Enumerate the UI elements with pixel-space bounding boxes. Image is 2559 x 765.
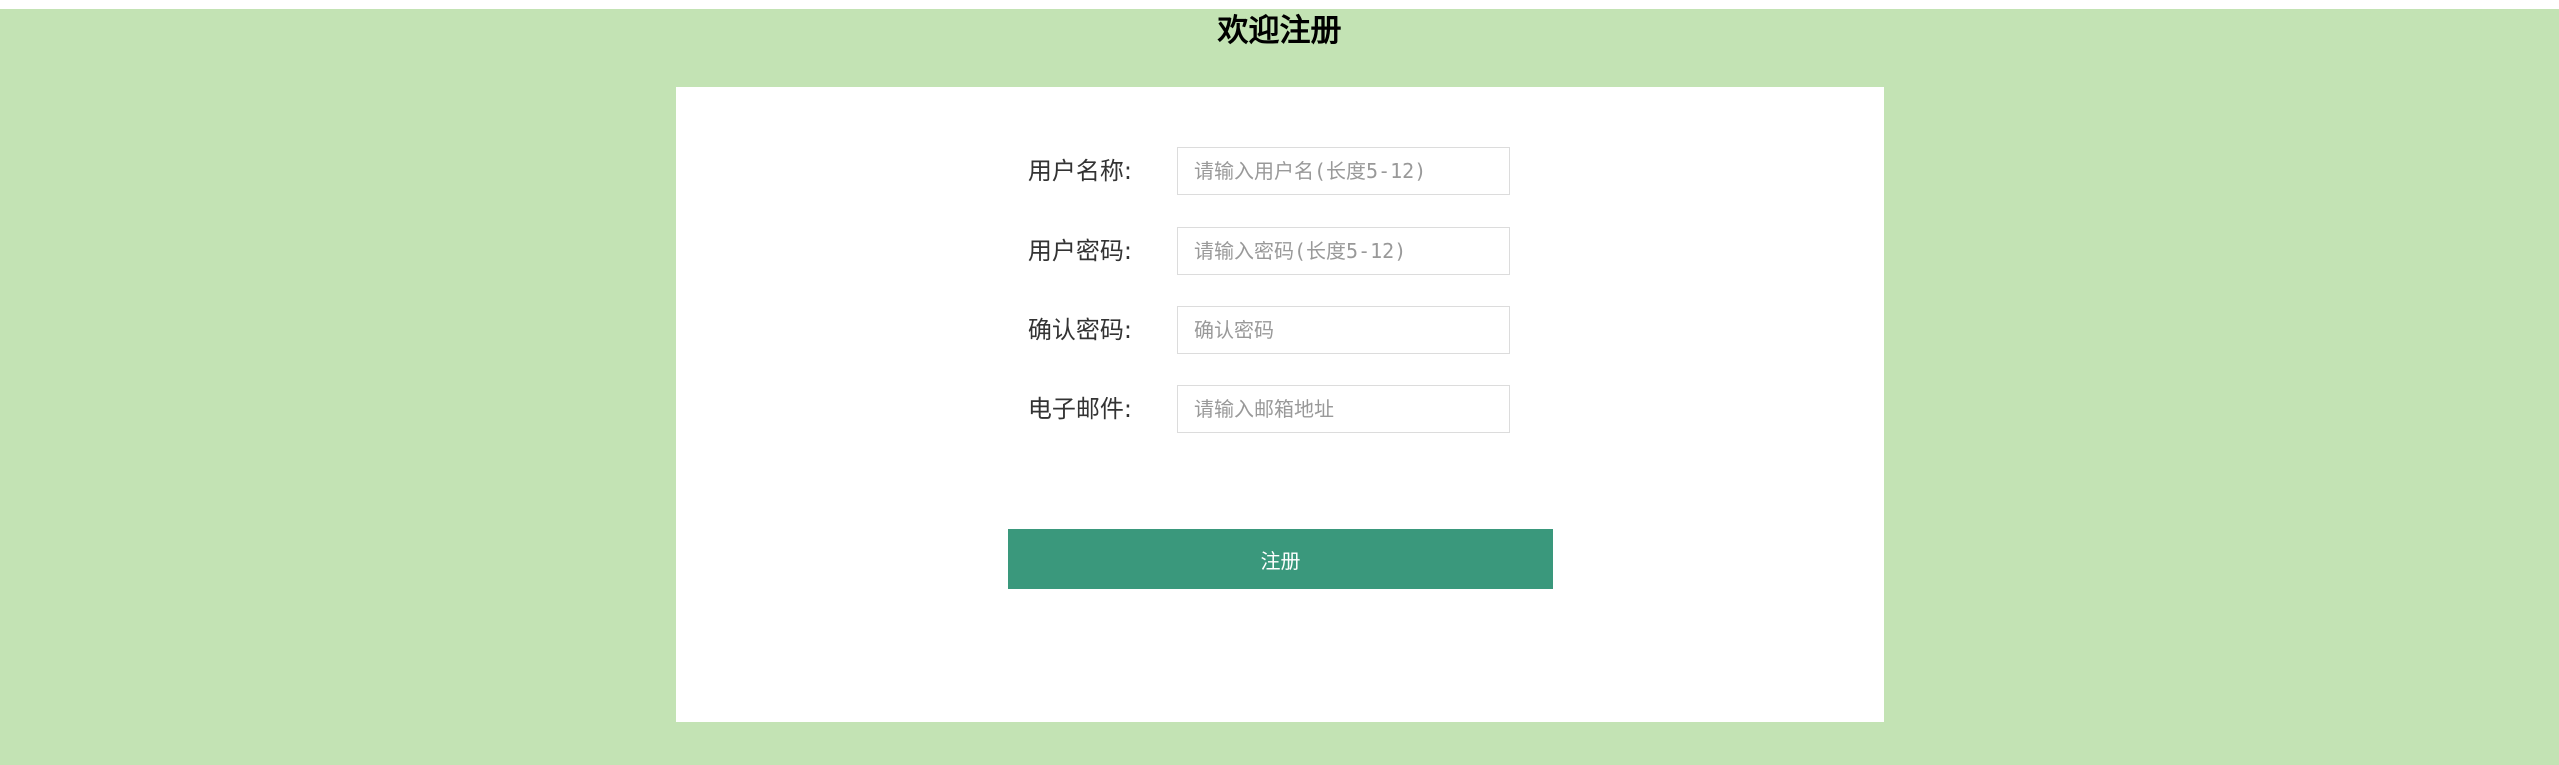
password-label: 用户密码: [1027,237,1132,265]
register-button[interactable]: 注册 [1008,529,1553,589]
email-row: 电子邮件: [676,385,1884,433]
page-title: 欢迎注册 [1217,13,1342,49]
username-row: 用户名称: [676,147,1884,195]
email-label: 电子邮件: [1027,395,1132,423]
confirm-password-row: 确认密码: [676,306,1884,354]
confirm-password-input[interactable] [1177,306,1510,354]
username-label: 用户名称: [1027,157,1132,185]
username-input[interactable] [1177,147,1510,195]
password-input[interactable] [1177,227,1510,275]
registration-card: 用户名称: 用户密码: 确认密码: 电子邮件: 注册 [676,87,1884,722]
confirm-password-label: 确认密码: [1027,316,1132,344]
email-input[interactable] [1177,385,1510,433]
password-row: 用户密码: [676,227,1884,275]
